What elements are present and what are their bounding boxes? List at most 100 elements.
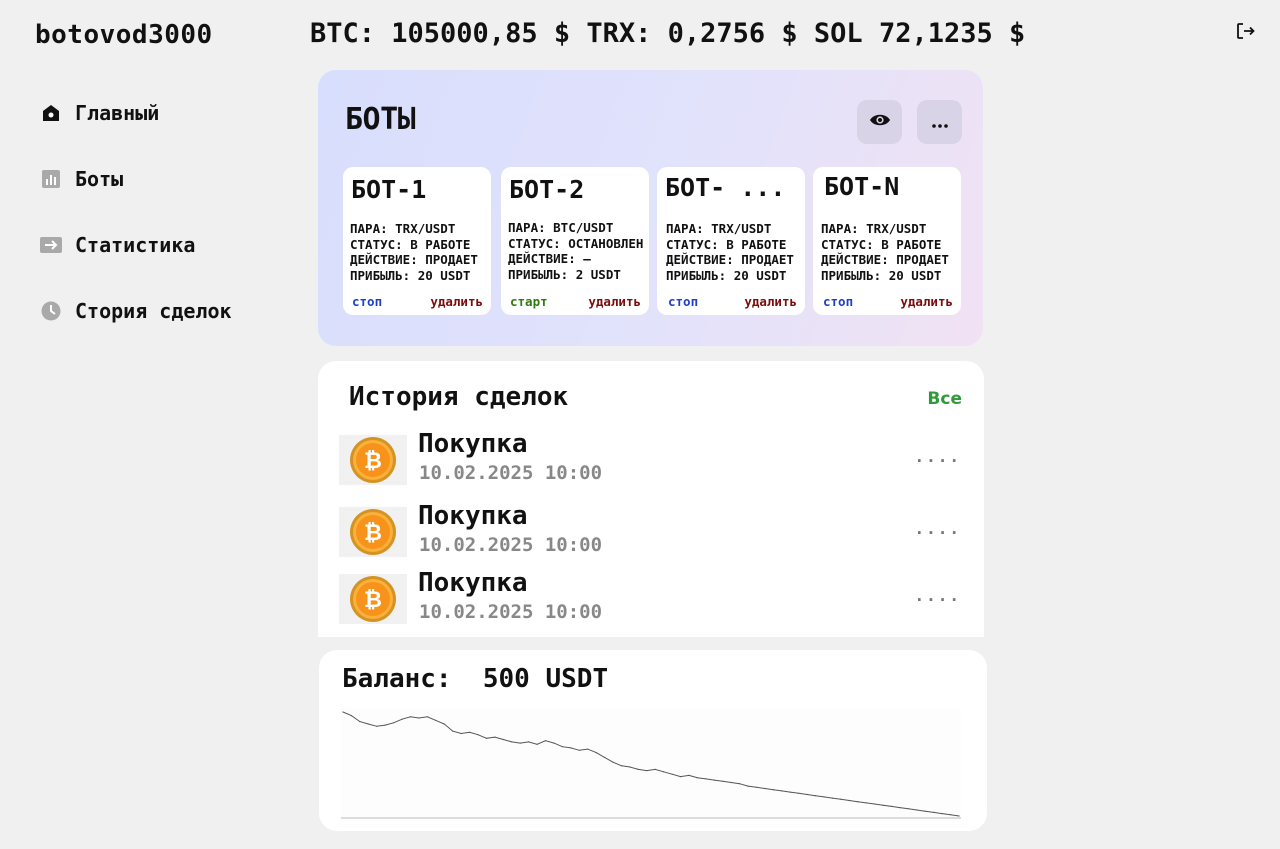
svg-text:₿: ₿ xyxy=(364,449,382,474)
trade-type: Покупка xyxy=(418,568,528,598)
trade-row[interactable]: ₿ Покупка 10.02.2025 10:00 .... xyxy=(339,501,963,557)
bot-pair: ПАРА: TRX/USDT xyxy=(350,221,456,236)
delete-button[interactable]: удалить xyxy=(744,294,797,309)
balance-point xyxy=(857,801,859,803)
bot-actions: стоп удалить xyxy=(352,294,483,309)
trade-type: Покупка xyxy=(418,429,528,459)
balance-point xyxy=(899,807,901,809)
trade-type: Покупка xyxy=(418,501,528,531)
bot-card[interactable]: БОТ-N ПАРА: TRX/USDT СТАТУС: В РАБОТЕ ДЕ… xyxy=(813,167,961,315)
bot-name: БОТ-N xyxy=(824,172,900,201)
stop-button[interactable]: стоп xyxy=(352,294,382,309)
balance-point xyxy=(460,732,462,735)
sidebar-item-main[interactable]: Главный xyxy=(40,96,300,130)
trade-row[interactable]: ₿ Покупка 10.02.2025 10:00 .... xyxy=(339,568,963,624)
balance-point xyxy=(722,780,724,782)
sidebar-item-label: Главный xyxy=(75,101,160,125)
balance-point xyxy=(814,795,817,797)
eye-icon xyxy=(869,112,891,132)
trade-date: 10.02.2025 10:00 xyxy=(419,462,603,484)
stop-button[interactable]: стоп xyxy=(668,294,698,309)
balance-point xyxy=(553,742,555,744)
delete-button[interactable]: удалить xyxy=(588,294,641,309)
bots-title: БОТЫ xyxy=(345,102,416,137)
balance-point xyxy=(629,766,631,768)
bot-actions: стоп удалить xyxy=(668,294,797,309)
svg-text:₿: ₿ xyxy=(364,521,382,546)
bot-pair: ПАРА: TRX/USDT xyxy=(821,221,927,236)
balance-point xyxy=(696,777,698,779)
start-button[interactable]: старт xyxy=(510,294,548,309)
sidebar-item-history[interactable]: Стория сделок xyxy=(40,294,300,328)
bot-status: СТАТУС: В РАБОТЕ xyxy=(821,236,942,252)
more-button[interactable] xyxy=(917,100,962,144)
history-all-link[interactable]: Все xyxy=(927,389,962,409)
trade-history-panel: История сделок Все ₿ Покупка 10.02.2025 … xyxy=(318,361,984,637)
trade-date: 10.02.2025 10:00 xyxy=(419,601,603,623)
balance-point xyxy=(409,716,412,718)
stop-button[interactable]: стоп xyxy=(823,294,853,309)
sidebar-item-label: Статистика xyxy=(75,233,196,257)
bot-profit: ПРИБЫЛЬ: 20 USDT xyxy=(666,267,787,283)
balance-point xyxy=(604,756,606,758)
bot-name: БОТ-2 xyxy=(509,175,585,204)
sidebar-item-bots[interactable]: Боты xyxy=(40,162,300,196)
balance-point xyxy=(890,805,893,807)
balance-point xyxy=(831,797,833,799)
balance-point xyxy=(561,746,563,748)
balance-point xyxy=(950,814,952,816)
balance-point xyxy=(865,802,867,804)
balance-point xyxy=(570,747,572,749)
balance-point xyxy=(477,734,479,736)
balance-point xyxy=(739,783,741,785)
trade-more-button[interactable]: .... xyxy=(914,586,961,605)
balance-point xyxy=(494,736,496,738)
view-button[interactable] xyxy=(857,100,902,144)
balance-point xyxy=(874,803,876,805)
bot-action: ДЕЙСТВИЕ: ПРОДАЕТ xyxy=(350,252,478,267)
bitcoin-icon: ₿ xyxy=(339,507,407,557)
bot-info: ПАРА: TRX/USDT СТАТУС: В РАБОТЕ ДЕЙСТВИЕ… xyxy=(350,221,478,283)
bitcoin-icon: ₿ xyxy=(339,435,407,485)
balance-point xyxy=(637,768,639,770)
balance-point xyxy=(789,791,791,793)
balance-point xyxy=(502,738,504,741)
bots-panel: БОТЫ БОТ-1 ПАРА: TRX/USDT СТАТУС: В РАБО… xyxy=(318,70,983,346)
delete-button[interactable]: удалить xyxy=(900,294,953,309)
balance-point xyxy=(587,748,589,750)
sidebar-item-label: Боты xyxy=(75,167,124,191)
bot-profit: ПРИБЫЛЬ: 2 USDT xyxy=(508,266,621,282)
bot-status: СТАТУС: В РАБОТЕ xyxy=(350,236,471,252)
bot-info: ПАРА: BTC/USDT СТАТУС: ОСТАНОВЛЕН ДЕЙСТВ… xyxy=(508,220,643,282)
balance-point xyxy=(848,799,850,802)
bar-chart-icon xyxy=(40,168,62,190)
bot-action: ДЕЙСТВИЕ: ПРОДАЕТ xyxy=(666,252,794,267)
balance-point xyxy=(916,809,918,811)
balance-point xyxy=(705,778,707,780)
bitcoin-icon: ₿ xyxy=(339,574,407,624)
balance-point xyxy=(485,737,488,739)
balance-point xyxy=(958,815,960,817)
balance-point xyxy=(772,789,774,791)
bot-card[interactable]: БОТ- ... ПАРА: TRX/USDT СТАТУС: В РАБОТЕ… xyxy=(657,167,805,315)
balance-point xyxy=(654,768,656,770)
balance-point xyxy=(840,798,842,800)
balance-point xyxy=(536,743,538,745)
logout-icon[interactable] xyxy=(1234,20,1256,42)
balance-point xyxy=(426,716,428,718)
app-logo[interactable]: botovod3000 xyxy=(35,20,213,50)
trade-date: 10.02.2025 10:00 xyxy=(419,534,603,556)
balance-point xyxy=(755,786,758,788)
bot-card[interactable]: БОТ-2 ПАРА: BTC/USDT СТАТУС: ОСТАНОВЛЕН … xyxy=(501,167,649,315)
delete-button[interactable]: удалить xyxy=(430,294,483,309)
balance-point xyxy=(519,742,521,744)
sidebar-item-statistics[interactable]: Статистика xyxy=(40,228,300,262)
bot-info: ПАРА: TRX/USDT СТАТУС: В РАБОТЕ ДЕЙСТВИЕ… xyxy=(666,221,794,283)
bot-name: БОТ-1 xyxy=(351,175,427,204)
trade-more-button[interactable]: .... xyxy=(914,447,961,466)
trade-more-button[interactable]: .... xyxy=(914,519,961,538)
trade-row[interactable]: ₿ Покупка 10.02.2025 10:00 .... xyxy=(339,429,963,485)
balance-label: Баланс: 500 USDT xyxy=(342,664,609,694)
bot-card[interactable]: БОТ-1 ПАРА: TRX/USDT СТАТУС: В РАБОТЕ ДЕ… xyxy=(343,167,491,315)
balance-point xyxy=(663,771,665,773)
